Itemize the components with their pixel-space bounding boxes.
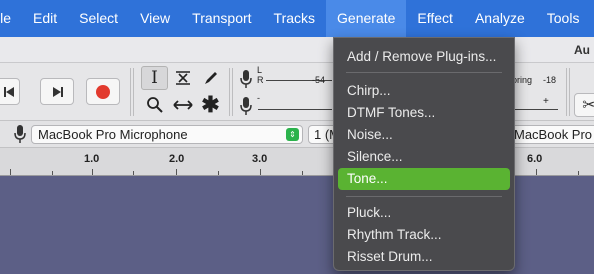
record-button[interactable] xyxy=(86,78,120,105)
ruler-tick xyxy=(302,171,303,175)
envelope-tool-button[interactable] xyxy=(169,66,196,90)
menu-effect[interactable]: Effect xyxy=(406,0,464,37)
menu-transport[interactable]: Transport xyxy=(181,0,262,37)
ruler-tick xyxy=(92,169,93,175)
toolbar-grip-2[interactable] xyxy=(229,68,235,116)
menu-edit[interactable]: Edit xyxy=(22,0,68,37)
ruler-label: 3.0 xyxy=(252,153,268,165)
selection-tool-icon: I xyxy=(151,68,158,88)
ruler-label: 1.0 xyxy=(84,153,100,165)
input-device-select[interactable]: MacBook Pro Microphone ⇕ xyxy=(31,125,303,144)
ruler-tick xyxy=(578,171,579,175)
meter-left-label: L xyxy=(257,65,263,75)
zoom-tool-icon xyxy=(146,96,164,114)
menu-analyze[interactable]: Analyze xyxy=(464,0,536,37)
playback-meter-label: - xyxy=(257,93,260,103)
chevron-updown-icon: ⇕ xyxy=(286,128,299,141)
menu-item-tone[interactable]: Tone... xyxy=(338,168,510,190)
menu-item-pluck[interactable]: Pluck... xyxy=(338,202,510,224)
multi-tool-icon: ✱ xyxy=(201,92,220,117)
menu-item-silence[interactable]: Silence... xyxy=(338,146,510,168)
record-icon xyxy=(95,84,111,100)
menubar: ile Edit Select View Transport Tracks Ge… xyxy=(0,0,594,37)
ruler-tick xyxy=(10,169,11,175)
envelope-tool-icon xyxy=(174,69,192,87)
ruler-tick xyxy=(260,169,261,175)
skip-to-end-button[interactable] xyxy=(40,78,74,105)
ruler-label: 6.0 xyxy=(527,153,543,165)
toolbar-grip[interactable] xyxy=(130,68,136,116)
meter-right-label: R xyxy=(257,75,264,85)
menu-file[interactable]: ile xyxy=(0,0,22,37)
cut-button[interactable]: ✂ xyxy=(574,93,594,117)
monitoring-label: oring xyxy=(512,75,533,85)
ruler-label: 2.0 xyxy=(169,153,185,165)
output-device-label: MacBook Pro xyxy=(514,127,593,142)
generate-menu: Add / Remove Plug-ins... Chirp... DTMF T… xyxy=(333,37,515,271)
menu-item-dtmf-tones[interactable]: DTMF Tones... xyxy=(338,102,510,124)
playback-volume-slider[interactable] xyxy=(512,109,558,110)
skip-start-icon xyxy=(3,86,17,98)
menu-select[interactable]: Select xyxy=(68,0,129,37)
record-meter-value: -54 xyxy=(312,75,326,85)
ruler-tick xyxy=(52,171,53,175)
multi-tool-button[interactable]: ✱ xyxy=(197,92,224,117)
ruler-tick xyxy=(536,169,537,175)
record-level-value: -18 xyxy=(543,75,557,85)
menu-item-risset-drum[interactable]: Risset Drum... xyxy=(338,246,510,268)
speaker-icon[interactable] xyxy=(239,96,253,116)
menu-item-add-remove-plugins[interactable]: Add / Remove Plug-ins... xyxy=(338,46,510,68)
zoom-tool-button[interactable] xyxy=(141,93,168,117)
draw-tool-icon xyxy=(202,69,220,87)
microphone-icon[interactable] xyxy=(239,69,253,89)
playback-meter[interactable] xyxy=(258,109,332,110)
menu-separator xyxy=(346,72,502,73)
output-device-select[interactable]: MacBook Pro xyxy=(508,125,594,144)
toolbar-grip-3[interactable] xyxy=(566,68,572,116)
input-device-label: MacBook Pro Microphone xyxy=(38,127,188,142)
menu-tools[interactable]: Tools xyxy=(536,0,591,37)
menu-item-rhythm-track[interactable]: Rhythm Track... xyxy=(338,224,510,246)
menu-item-chirp[interactable]: Chirp... xyxy=(338,80,510,102)
menu-view[interactable]: View xyxy=(129,0,181,37)
skip-to-start-button[interactable] xyxy=(0,78,20,105)
timeshift-tool-button[interactable] xyxy=(169,93,196,117)
volume-plus: + xyxy=(543,96,549,107)
draw-tool-button[interactable] xyxy=(197,66,224,90)
selection-tool-button[interactable]: I xyxy=(141,66,168,90)
menu-item-noise[interactable]: Noise... xyxy=(338,124,510,146)
ruler-tick xyxy=(218,171,219,175)
window-title: Au xyxy=(574,43,590,57)
menu-separator xyxy=(346,196,502,197)
menu-generate[interactable]: Generate xyxy=(326,0,407,37)
input-microphone-icon xyxy=(14,124,26,144)
skip-end-icon xyxy=(50,86,64,98)
scissors-icon: ✂ xyxy=(582,97,594,114)
ruler-tick xyxy=(176,169,177,175)
menu-tracks[interactable]: Tracks xyxy=(263,0,326,37)
ruler-tick xyxy=(133,171,134,175)
timeshift-tool-icon xyxy=(172,98,193,112)
